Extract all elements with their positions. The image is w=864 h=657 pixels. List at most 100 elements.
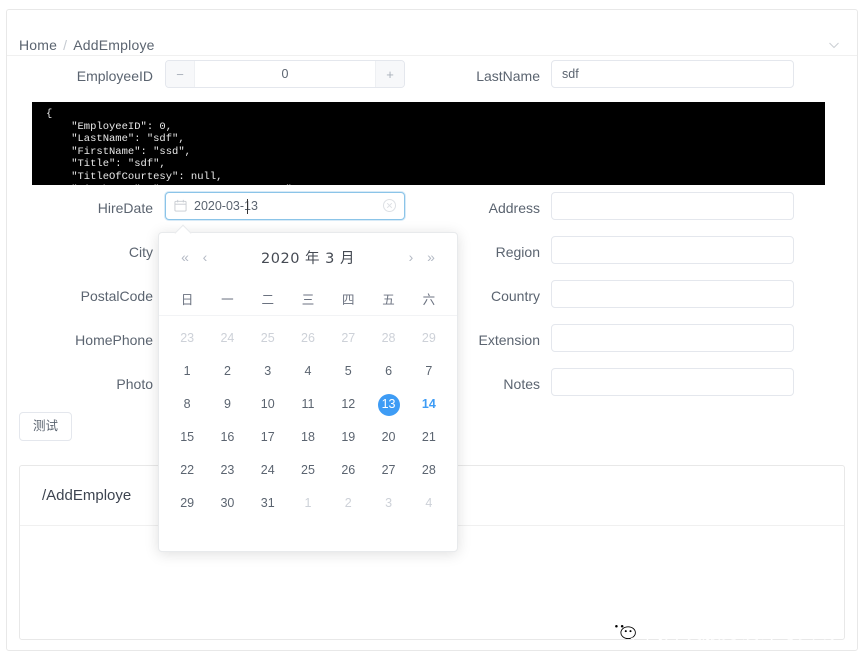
datepicker-title[interactable]: 2020 年 3 月 xyxy=(215,247,401,268)
datepicker-day-cell[interactable]: 21 xyxy=(409,421,449,454)
stepper-increment-button[interactable]: + xyxy=(375,61,404,87)
field-control xyxy=(551,60,794,88)
breadcrumb: Home/AddEmploye xyxy=(19,37,155,53)
text-input-wrapper xyxy=(551,236,794,264)
datepicker-day-number: 11 xyxy=(297,394,319,416)
field-control xyxy=(551,324,794,352)
datepicker-day-cell[interactable]: 4 xyxy=(409,487,449,520)
form-row: LastName xyxy=(432,56,857,100)
datepicker-day-number: 4 xyxy=(297,361,319,383)
stepper-value[interactable]: 0 xyxy=(195,61,375,87)
prev-month-button[interactable]: ‹ xyxy=(195,249,215,265)
hiredate-date-input[interactable] xyxy=(165,192,405,220)
datepicker-day-cell[interactable]: 4 xyxy=(288,355,328,388)
date-input-wrapper xyxy=(165,192,405,220)
datepicker-day-cell[interactable]: 26 xyxy=(288,322,328,355)
datepicker-day-cell[interactable]: 5 xyxy=(328,355,368,388)
datepicker-day-cell[interactable]: 14 xyxy=(409,388,449,421)
datepicker-day-cell[interactable]: 31 xyxy=(248,487,288,520)
datepicker-day-cell[interactable]: 29 xyxy=(167,487,207,520)
datepicker-day-number: 23 xyxy=(216,460,238,482)
breadcrumb-home[interactable]: Home xyxy=(19,37,57,53)
datepicker-header: « ‹ 2020 年 3 月 › » xyxy=(159,233,457,281)
prev-year-button[interactable]: « xyxy=(175,249,195,265)
lastname-input[interactable] xyxy=(551,60,794,88)
field-control xyxy=(551,368,794,396)
weekday-label: 一 xyxy=(207,289,247,308)
form-row: EmployeeID−0+ xyxy=(7,56,432,100)
datepicker-day-number: 15 xyxy=(176,427,198,449)
employeeid-stepper[interactable]: −0+ xyxy=(165,60,405,88)
datepicker-day-cell[interactable]: 17 xyxy=(248,421,288,454)
datepicker-day-number: 19 xyxy=(337,427,359,449)
field-label-postalcode: PostalCode xyxy=(7,288,153,304)
datepicker-day-cell[interactable]: 30 xyxy=(207,487,247,520)
datepicker-day-cell[interactable]: 20 xyxy=(368,421,408,454)
datepicker-day-cell[interactable]: 6 xyxy=(368,355,408,388)
datepicker-weekday-row: 日一二三四五六 xyxy=(159,281,457,316)
datepicker-day-number: 14 xyxy=(418,394,440,416)
datepicker-day-cell[interactable]: 8 xyxy=(167,388,207,421)
datepicker-day-cell[interactable]: 28 xyxy=(409,454,449,487)
datepicker-day-cell[interactable]: 23 xyxy=(207,454,247,487)
datepicker-day-cell[interactable]: 27 xyxy=(328,322,368,355)
datepicker-day-cell[interactable]: 9 xyxy=(207,388,247,421)
datepicker-day-cell[interactable]: 16 xyxy=(207,421,247,454)
datepicker-day-cell[interactable]: 1 xyxy=(288,487,328,520)
datepicker-day-cell[interactable]: 13 xyxy=(368,388,408,421)
field-label-hiredate: HireDate xyxy=(7,200,153,216)
datepicker-day-cell[interactable]: 7 xyxy=(409,355,449,388)
datepicker-day-number: 2 xyxy=(337,493,359,515)
region-input[interactable] xyxy=(551,236,794,264)
datepicker-day-cell[interactable]: 23 xyxy=(167,322,207,355)
notes-input[interactable] xyxy=(551,368,794,396)
datepicker-day-cell[interactable]: 25 xyxy=(288,454,328,487)
datepicker-day-cell[interactable]: 24 xyxy=(248,454,288,487)
datepicker-day-cell[interactable]: 27 xyxy=(368,454,408,487)
datepicker-day-number: 8 xyxy=(176,394,198,416)
stepper-decrement-button[interactable]: − xyxy=(166,61,195,87)
extension-input[interactable] xyxy=(551,324,794,352)
datepicker-day-cell[interactable]: 2 xyxy=(207,355,247,388)
datepicker-day-cell[interactable]: 10 xyxy=(248,388,288,421)
weekday-label: 五 xyxy=(368,289,408,308)
address-input[interactable] xyxy=(551,192,794,220)
field-control xyxy=(165,192,405,220)
next-month-button[interactable]: › xyxy=(401,249,421,265)
datepicker-day-grid: 2324252627282912345678910111213141516171… xyxy=(159,316,457,520)
datepicker-day-cell[interactable]: 1 xyxy=(167,355,207,388)
datepicker-day-number: 16 xyxy=(216,427,238,449)
datepicker-day-cell[interactable]: 15 xyxy=(167,421,207,454)
datepicker-day-cell[interactable]: 2 xyxy=(328,487,368,520)
page-root: Home/AddEmploye EmployeeID−0+FirstNameTi… xyxy=(0,0,864,657)
datepicker-day-cell[interactable]: 26 xyxy=(328,454,368,487)
clear-icon[interactable] xyxy=(382,198,397,213)
datepicker-day-cell[interactable]: 12 xyxy=(328,388,368,421)
datepicker-day-cell[interactable]: 3 xyxy=(368,487,408,520)
datepicker-day-number: 4 xyxy=(418,493,440,515)
datepicker-day-cell[interactable]: 25 xyxy=(248,322,288,355)
country-input[interactable] xyxy=(551,280,794,308)
datepicker-day-number: 10 xyxy=(257,394,279,416)
datepicker-day-number: 27 xyxy=(337,328,359,350)
datepicker-day-cell[interactable]: 24 xyxy=(207,322,247,355)
datepicker-day-cell[interactable]: 29 xyxy=(409,322,449,355)
weekday-label: 三 xyxy=(288,289,328,308)
weekday-label: 六 xyxy=(409,289,449,308)
next-year-button[interactable]: » xyxy=(421,249,441,265)
field-control: −0+ xyxy=(165,60,405,88)
datepicker-day-cell[interactable]: 28 xyxy=(368,322,408,355)
datepicker-day-cell[interactable]: 3 xyxy=(248,355,288,388)
datepicker-day-cell[interactable]: 22 xyxy=(167,454,207,487)
weekday-label: 日 xyxy=(167,289,207,308)
datepicker-day-number: 2 xyxy=(216,361,238,383)
calendar-icon xyxy=(174,199,187,212)
test-button[interactable]: 测试 xyxy=(19,412,72,441)
weekday-label: 二 xyxy=(248,289,288,308)
text-input-wrapper xyxy=(551,280,794,308)
chevron-down-icon[interactable] xyxy=(827,38,841,52)
datepicker-day-cell[interactable]: 11 xyxy=(288,388,328,421)
datepicker-day-number: 7 xyxy=(418,361,440,383)
datepicker-day-cell[interactable]: 18 xyxy=(288,421,328,454)
datepicker-day-cell[interactable]: 19 xyxy=(328,421,368,454)
